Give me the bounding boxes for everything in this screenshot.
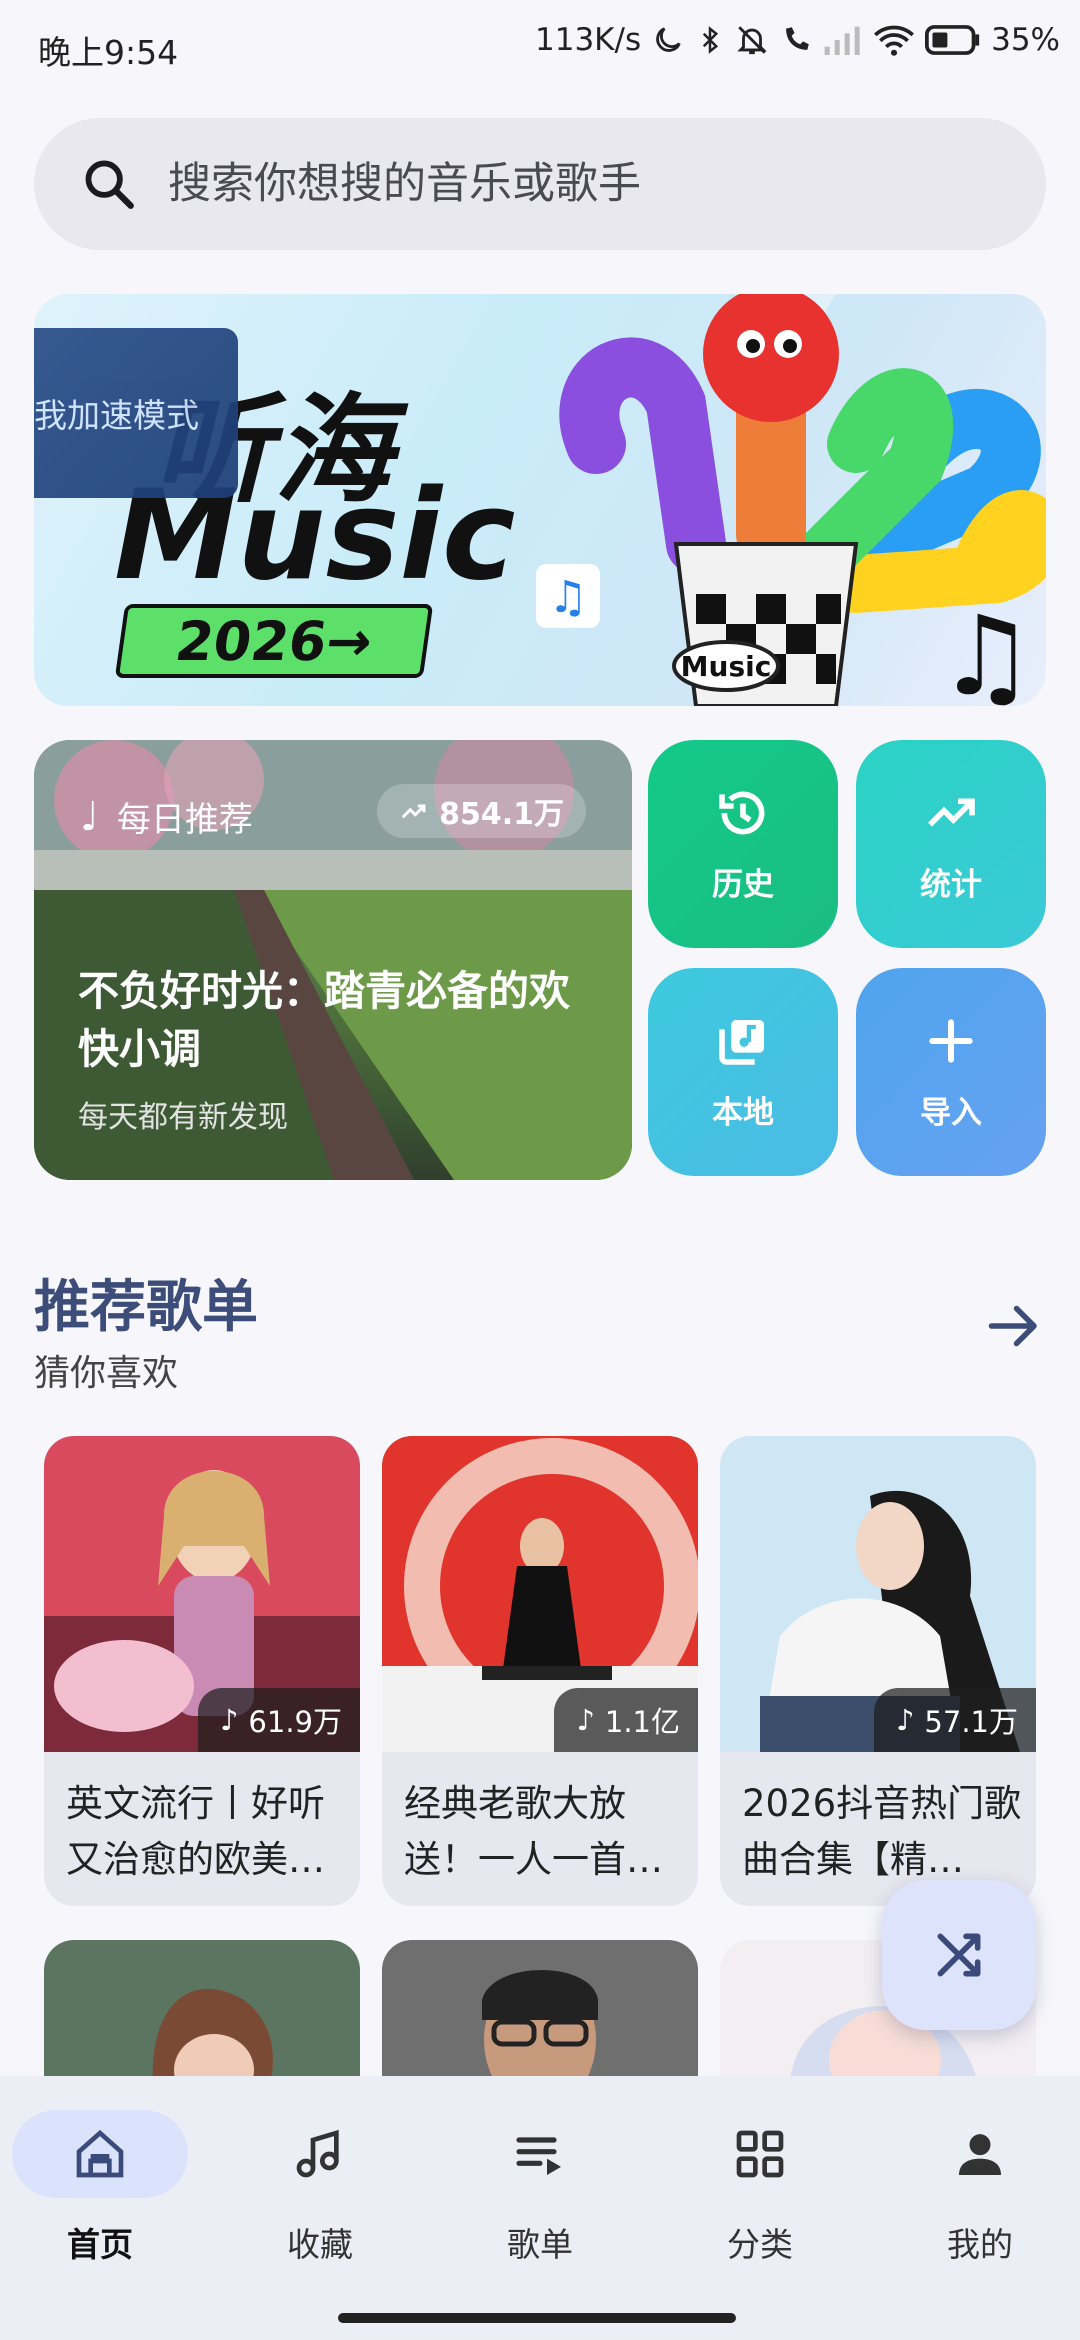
nav-playlists-label: 歌单: [507, 2225, 573, 2264]
status-time: 晚上9:54: [38, 33, 179, 72]
network-speed: 113K/s: [535, 22, 642, 58]
playlist-card[interactable]: ♪ 1.1亿 经典老歌大放送！一人一首…: [382, 1436, 698, 1906]
nav-favorites[interactable]: 收藏: [220, 2110, 420, 2280]
section-title: 推荐歌单: [34, 1275, 258, 1340]
moon-icon: [656, 27, 681, 52]
trending-icon: [928, 798, 975, 827]
nav-profile-indicator: [892, 2110, 1068, 2198]
nav-home-label: 首页: [67, 2225, 133, 2264]
search-bar[interactable]: [34, 118, 1046, 250]
section-subtitle: 猜你喜欢: [34, 1353, 179, 1394]
daily-tag-label: 每日推荐: [116, 800, 253, 840]
playlist-icon: [516, 2137, 561, 2175]
mute-bell-icon: [737, 26, 767, 55]
battery-percent: 35%: [991, 22, 1060, 58]
nav-category[interactable]: 分类: [660, 2110, 860, 2280]
nav-home-indicator: [12, 2110, 188, 2198]
playlist-name: 2026抖音热门歌曲合集【精…: [742, 1782, 1022, 1881]
promo-banner[interactable]: 听海 Music 2026→ 我加速模式 Music ♫ ♫: [34, 294, 1046, 706]
nav-playlists-indicator: [452, 2110, 628, 2198]
banner-illustration: Music ♫ ♫: [536, 294, 1046, 706]
svg-text:♫: ♫: [548, 572, 587, 623]
music-note-icon: ♪: [895, 1703, 915, 1737]
nav-profile-label: 我的: [947, 2225, 1013, 2264]
home-icon: [76, 2129, 124, 2178]
plus-icon: [929, 1018, 973, 1063]
local-music-icon: [719, 1019, 764, 1065]
signal-icon: [824, 26, 860, 55]
playlist-name: 英文流行丨好听又治愈的欧美…: [66, 1782, 325, 1881]
nav-home[interactable]: 首页: [0, 2110, 200, 2280]
playlist-play-count-value: 57.1万: [924, 1705, 1018, 1739]
status-icons: 113K/s 35%: [535, 22, 1060, 58]
daily-tag: ♩ 每日推荐: [80, 792, 253, 841]
playlist-name: 经典老歌大放送！一人一首…: [404, 1782, 663, 1881]
local-music-label: 本地: [712, 1094, 774, 1131]
arrow-right-icon[interactable]: [984, 1296, 1044, 1356]
battery-icon: [925, 25, 980, 55]
daily-recommend-card[interactable]: ♩ 每日推荐 854.1万 不负好时光：踏青必备的欢快小调 每天都有新发现: [34, 740, 632, 1180]
bluetooth-icon: [702, 26, 719, 54]
cup-label: Music: [681, 650, 772, 683]
favorite-music-icon: [296, 2129, 339, 2178]
history-label: 历史: [712, 866, 774, 903]
daily-play-count: 854.1万: [377, 784, 586, 838]
playlist-play-count: ♪ 61.9万: [197, 1688, 360, 1752]
playlist-play-count: ♪ 57.1万: [873, 1688, 1036, 1752]
profile-icon: [959, 2134, 1001, 2175]
playlist-card[interactable]: ♪ 61.9万 英文流行丨好听又治愈的欧美…: [44, 1436, 360, 1906]
playlist-play-count: ♪ 1.1亿: [554, 1688, 698, 1752]
stats-button[interactable]: 统计: [856, 740, 1046, 948]
stats-label: 统计: [920, 866, 982, 903]
import-button[interactable]: 导入: [856, 968, 1046, 1176]
shuffle-icon: [937, 1933, 981, 1977]
search-icon: [85, 160, 134, 209]
music-note-icon: ♩: [80, 793, 99, 840]
category-icon: [736, 2130, 784, 2178]
history-button[interactable]: 历史: [648, 740, 838, 948]
daily-title: 不负好时光：踏青必备的欢快小调: [78, 967, 570, 1073]
daily-play-count-value: 854.1万: [439, 797, 564, 832]
playlist-play-count-value: 61.9万: [248, 1705, 342, 1739]
nav-category-indicator: [672, 2110, 848, 2198]
nav-favorites-label: 收藏: [287, 2225, 353, 2264]
status-bar: 晚上9:54 113K/s 35%: [0, 0, 1080, 96]
local-music-button[interactable]: 本地: [648, 968, 838, 1176]
daily-subtitle: 每天都有新发现: [78, 1100, 288, 1135]
shuffle-button[interactable]: [882, 1880, 1036, 2030]
music-note-icon: ♪: [219, 1703, 239, 1737]
banner-year-button[interactable]: 2026→: [114, 604, 434, 678]
playlist-play-count-value: 1.1亿: [604, 1705, 680, 1739]
history-icon: [719, 791, 765, 834]
search-input[interactable]: [166, 158, 970, 210]
bottom-navigation: 首页 收藏 歌单 分类 我的: [0, 2076, 1080, 2340]
call-off-icon: [786, 27, 809, 50]
nav-profile[interactable]: 我的: [880, 2110, 1080, 2280]
import-label: 导入: [920, 1094, 982, 1131]
trending-small-icon: [401, 804, 426, 819]
nav-playlists[interactable]: 歌单: [440, 2110, 640, 2280]
nav-category-label: 分类: [727, 2225, 793, 2264]
music-note-icon: ♪: [576, 1703, 595, 1737]
gesture-home-bar[interactable]: [338, 2313, 736, 2323]
playlist-card[interactable]: ♪ 57.1万 2026抖音热门歌曲合集【精…: [720, 1436, 1036, 1906]
accelerate-mode-tag[interactable]: 我加速模式: [34, 328, 238, 498]
nav-favorites-indicator: [232, 2110, 408, 2198]
svg-text:♫: ♫: [937, 592, 1036, 706]
wifi-icon: [874, 25, 915, 56]
